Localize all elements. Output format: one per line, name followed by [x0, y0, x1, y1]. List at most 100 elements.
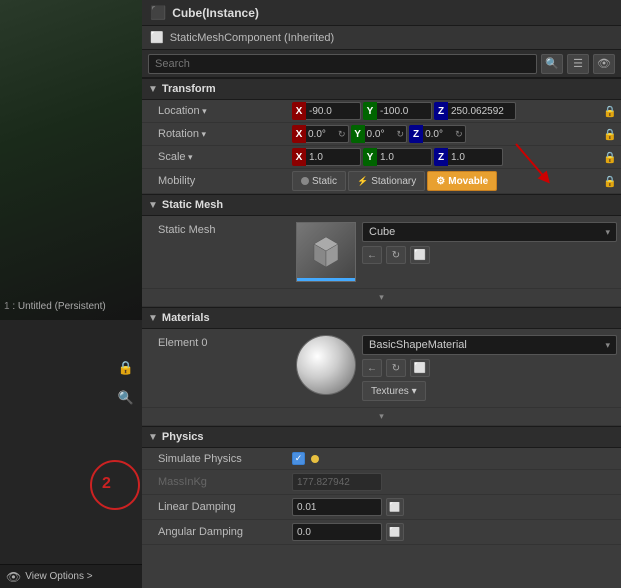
- material-reload-button[interactable]: ↻: [386, 359, 406, 377]
- properties-panel: ▼ Transform Location X Y Z: [142, 78, 621, 588]
- movable-mobility-button[interactable]: ⚙ Movable: [427, 171, 497, 191]
- physics-section-title: Physics: [162, 431, 204, 443]
- angular-damping-expand[interactable]: ⬜: [386, 523, 404, 541]
- transform-section-header[interactable]: ▼ Transform: [142, 78, 621, 100]
- angular-damping-row: Angular Damping ⬜: [142, 520, 621, 545]
- simulate-physics-changed-indicator: [311, 455, 319, 463]
- list-view-button[interactable]: ☰: [567, 54, 589, 74]
- materials-section-title: Materials: [162, 312, 210, 324]
- physics-collapse-arrow: ▼: [148, 432, 158, 443]
- search-button[interactable]: 🔍: [541, 54, 563, 74]
- mobility-value: Static ⚡ Stationary ⚙ Movable 🔒: [292, 171, 621, 191]
- scale-xyz-group: X Y Z: [292, 148, 599, 166]
- annotation-circle-2: [90, 460, 140, 510]
- material-preview-graphic: [297, 336, 355, 394]
- rotation-y-cycle[interactable]: ↻: [397, 129, 405, 140]
- location-label: Location: [142, 105, 292, 117]
- scale-x-label: X: [292, 148, 306, 166]
- mesh-preview-graphic: [297, 223, 355, 281]
- material-dropdown[interactable]: BasicShapeMaterial ▾: [362, 335, 617, 355]
- breadcrumb: ⬜ StaticMeshComponent (Inherited): [142, 26, 621, 50]
- location-row: Location X Y Z 🔒: [142, 100, 621, 123]
- mass-label: MassInKg: [142, 476, 292, 488]
- mesh-dropdown-arrow: ▾: [605, 227, 610, 238]
- eye-filter-button[interactable]: 👁: [593, 54, 615, 74]
- static-mesh-expand-row[interactable]: ▾: [142, 289, 621, 307]
- location-x-label: X: [292, 102, 306, 120]
- title-bar: ⬛ Cube(Instance): [142, 0, 621, 26]
- static-mesh-expand-icon: ▾: [379, 292, 384, 303]
- location-z-input[interactable]: [448, 102, 516, 120]
- location-y-field: Y: [363, 102, 432, 120]
- movable-icon: ⚙: [436, 176, 445, 187]
- linear-damping-input[interactable]: [292, 498, 382, 516]
- rotation-x-label: X: [292, 125, 306, 143]
- mesh-dropdown[interactable]: Cube ▾: [362, 222, 617, 242]
- mesh-browse-button[interactable]: ⬜: [410, 246, 430, 264]
- simulate-physics-checkbox[interactable]: ✓: [292, 452, 305, 465]
- element0-label: Element 0: [142, 329, 292, 349]
- materials-expand-icon: ▾: [379, 411, 384, 422]
- scale-label: Scale: [142, 151, 292, 163]
- scale-x-input[interactable]: [306, 148, 361, 166]
- scale-z-field: Z: [434, 148, 503, 166]
- mesh-highlight: [297, 278, 355, 281]
- cube-graphic: [306, 232, 346, 272]
- search-input[interactable]: [148, 54, 537, 74]
- materials-section-header[interactable]: ▼ Materials: [142, 307, 621, 329]
- scale-row: Scale X Y Z 🔒: [142, 146, 621, 169]
- mobility-label: Mobility: [142, 175, 292, 187]
- material-back-button[interactable]: ←: [362, 359, 382, 377]
- transform-section-title: Transform: [162, 83, 216, 95]
- static-mesh-collapse-arrow: ▼: [148, 200, 158, 211]
- mobility-lock-icon: 🔒: [603, 175, 617, 188]
- mesh-back-button[interactable]: ←: [362, 246, 382, 264]
- mesh-reload-button[interactable]: ↻: [386, 246, 406, 264]
- physics-section-header[interactable]: ▼ Physics: [142, 426, 621, 448]
- textures-button[interactable]: Textures ▾: [362, 381, 426, 401]
- linear-damping-expand[interactable]: ⬜: [386, 498, 404, 516]
- breadcrumb-icon: ⬜: [150, 31, 164, 44]
- mobility-buttons: Static ⚡ Stationary ⚙ Movable: [292, 171, 601, 191]
- simulate-physics-value: ✓: [292, 452, 621, 465]
- static-mobility-button[interactable]: Static: [292, 171, 346, 191]
- angular-damping-input[interactable]: [292, 523, 382, 541]
- annotation-2: 2: [102, 475, 111, 493]
- scale-value: X Y Z 🔒: [292, 148, 621, 166]
- rotation-x-wrap: 0.0° ↻: [306, 125, 349, 143]
- view-options-text[interactable]: View Options >: [25, 571, 92, 582]
- rotation-z-value: 0.0°: [425, 129, 453, 140]
- search-bar: 🔍 ☰ 👁: [142, 50, 621, 78]
- scale-y-label: Y: [363, 148, 377, 166]
- scale-y-field: Y: [363, 148, 432, 166]
- lock-icon[interactable]: 🔒: [118, 360, 134, 376]
- location-xyz-group: X Y Z: [292, 102, 601, 120]
- scale-y-input[interactable]: [377, 148, 432, 166]
- static-mesh-prop-value: Cube ▾ ← ↻ ⬜: [292, 216, 621, 288]
- rotation-lock-icon: 🔒: [603, 128, 617, 141]
- location-z-label: Z: [434, 102, 448, 120]
- mesh-right-panel: Cube ▾ ← ↻ ⬜: [362, 222, 617, 264]
- search-icon[interactable]: 🔍: [118, 390, 134, 406]
- stationary-mobility-button[interactable]: ⚡ Stationary: [348, 171, 425, 191]
- materials-expand-row[interactable]: ▾: [142, 408, 621, 426]
- rotation-y-wrap: 0.0° ↻: [365, 125, 408, 143]
- static-mesh-section-header[interactable]: ▼ Static Mesh: [142, 194, 621, 216]
- mass-input: [292, 473, 382, 491]
- cube-title-icon: ⬛: [150, 5, 166, 21]
- location-x-input[interactable]: [306, 102, 361, 120]
- simulate-physics-row: Simulate Physics ✓: [142, 448, 621, 470]
- rotation-y-value: 0.0°: [367, 129, 395, 140]
- location-y-input[interactable]: [377, 102, 432, 120]
- static-mesh-section-title: Static Mesh: [162, 199, 223, 211]
- mesh-actions: ← ↻ ⬜: [362, 246, 617, 264]
- mass-row: MassInKg: [142, 470, 621, 495]
- simulate-physics-label: Simulate Physics: [142, 453, 292, 465]
- rotation-x-cycle[interactable]: ↻: [338, 129, 346, 140]
- rotation-z-cycle[interactable]: ↻: [455, 129, 463, 140]
- stationary-icon: ⚡: [357, 176, 368, 187]
- material-browse-button[interactable]: ⬜: [410, 359, 430, 377]
- rotation-xyz-group: X 0.0° ↻ Y 0.0° ↻ Z: [292, 125, 601, 143]
- scale-z-input[interactable]: [448, 148, 503, 166]
- linear-damping-row: Linear Damping ⬜: [142, 495, 621, 520]
